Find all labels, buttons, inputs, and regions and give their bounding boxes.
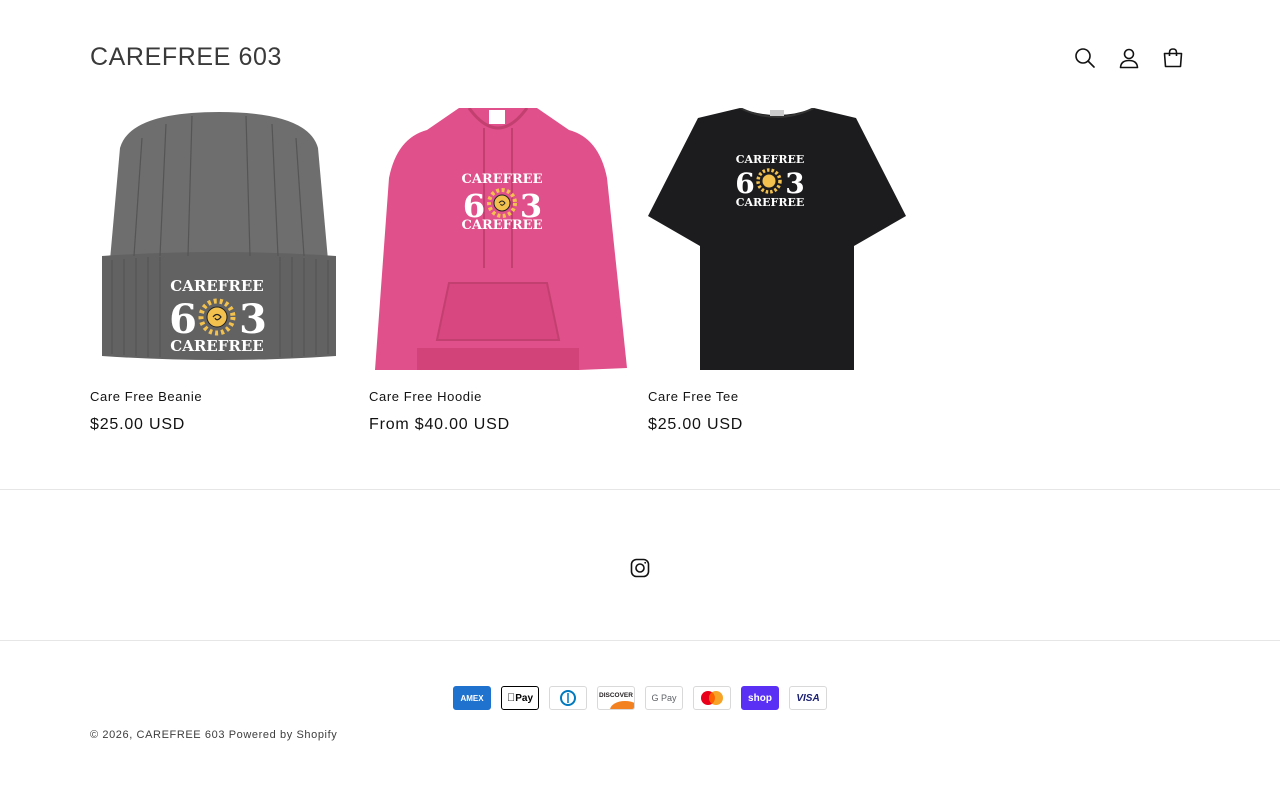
- mastercard-icon: [693, 686, 731, 710]
- diners-club-icon: [549, 686, 587, 710]
- product-image-tee[interactable]: CAREFREE 6 3 CAREFREE: [648, 108, 906, 371]
- search-icon[interactable]: [1074, 44, 1096, 72]
- product-title[interactable]: Care Free Beanie: [90, 389, 348, 405]
- store-logo[interactable]: CAREFREE 603: [90, 43, 282, 72]
- beanie-print-3: 3: [239, 296, 267, 343]
- shop-pay-icon: shop: [741, 686, 779, 710]
- product-grid: CAREFREE 6 3 CAREFREE Care Free Beanie $…: [90, 108, 906, 434]
- site-header: CAREFREE 603: [0, 0, 1280, 108]
- shop-pay-label: shop: [748, 692, 772, 704]
- visa-icon: VISA: [789, 686, 827, 710]
- cart-icon[interactable]: [1162, 44, 1184, 72]
- instagram-icon[interactable]: [629, 557, 651, 579]
- product-price: $25.00 USD: [90, 416, 186, 433]
- powered-by-shopify-link[interactable]: Powered by Shopify: [229, 729, 338, 741]
- product-price: $25.00 USD: [648, 416, 744, 433]
- tee-print-bottom: CAREFREE: [736, 196, 805, 209]
- product-card-hoodie[interactable]: CAREFREE 6 3 CAREFREE Care Free Hoodie F…: [369, 108, 627, 434]
- discover-icon: DISCOVER: [597, 686, 635, 710]
- visa-label: VISA: [796, 692, 820, 704]
- copyright-prefix: © 2026,: [90, 729, 133, 741]
- product-title[interactable]: Care Free Tee: [648, 389, 906, 405]
- product-card-tee[interactable]: CAREFREE 6 3 CAREFREE Care Free Tee $25.…: [648, 108, 906, 434]
- copyright-store-link[interactable]: CAREFREE 603: [137, 729, 226, 741]
- apple-pay-label: Pay: [511, 692, 533, 704]
- product-title[interactable]: Care Free Hoodie: [369, 389, 627, 405]
- footer-divider-top: [0, 489, 1280, 490]
- hoodie-print-top: CAREFREE: [462, 172, 543, 187]
- google-pay-icon: G Pay: [645, 686, 683, 710]
- product-price: From $40.00 USD: [369, 416, 510, 433]
- google-pay-label: G Pay: [651, 693, 677, 703]
- beanie-print-top: CAREFREE: [170, 277, 263, 295]
- header-icons: [1074, 44, 1184, 72]
- product-card-beanie[interactable]: CAREFREE 6 3 CAREFREE Care Free Beanie $…: [90, 108, 348, 434]
- tee-print-top: CAREFREE: [736, 153, 805, 166]
- account-icon[interactable]: [1118, 44, 1140, 72]
- amex-label: AMEX: [460, 693, 484, 703]
- beanie-print-bottom: CAREFREE: [170, 337, 263, 355]
- product-image-hoodie[interactable]: CAREFREE 6 3 CAREFREE: [369, 108, 627, 371]
- hoodie-print-bottom: CAREFREE: [462, 218, 543, 233]
- apple-pay-icon: Pay: [501, 686, 539, 710]
- product-image-beanie[interactable]: CAREFREE 6 3 CAREFREE: [90, 108, 348, 371]
- beanie-print-6: 6: [169, 296, 197, 343]
- discover-label: DISCOVER: [599, 691, 633, 699]
- footer-divider-bottom: [0, 640, 1280, 641]
- copyright: © 2026, CAREFREE 603 Powered by Shopify: [90, 729, 337, 741]
- payment-icons: AMEX Pay DISCOVER G Pay shop VISA: [453, 686, 827, 710]
- amex-icon: AMEX: [453, 686, 491, 710]
